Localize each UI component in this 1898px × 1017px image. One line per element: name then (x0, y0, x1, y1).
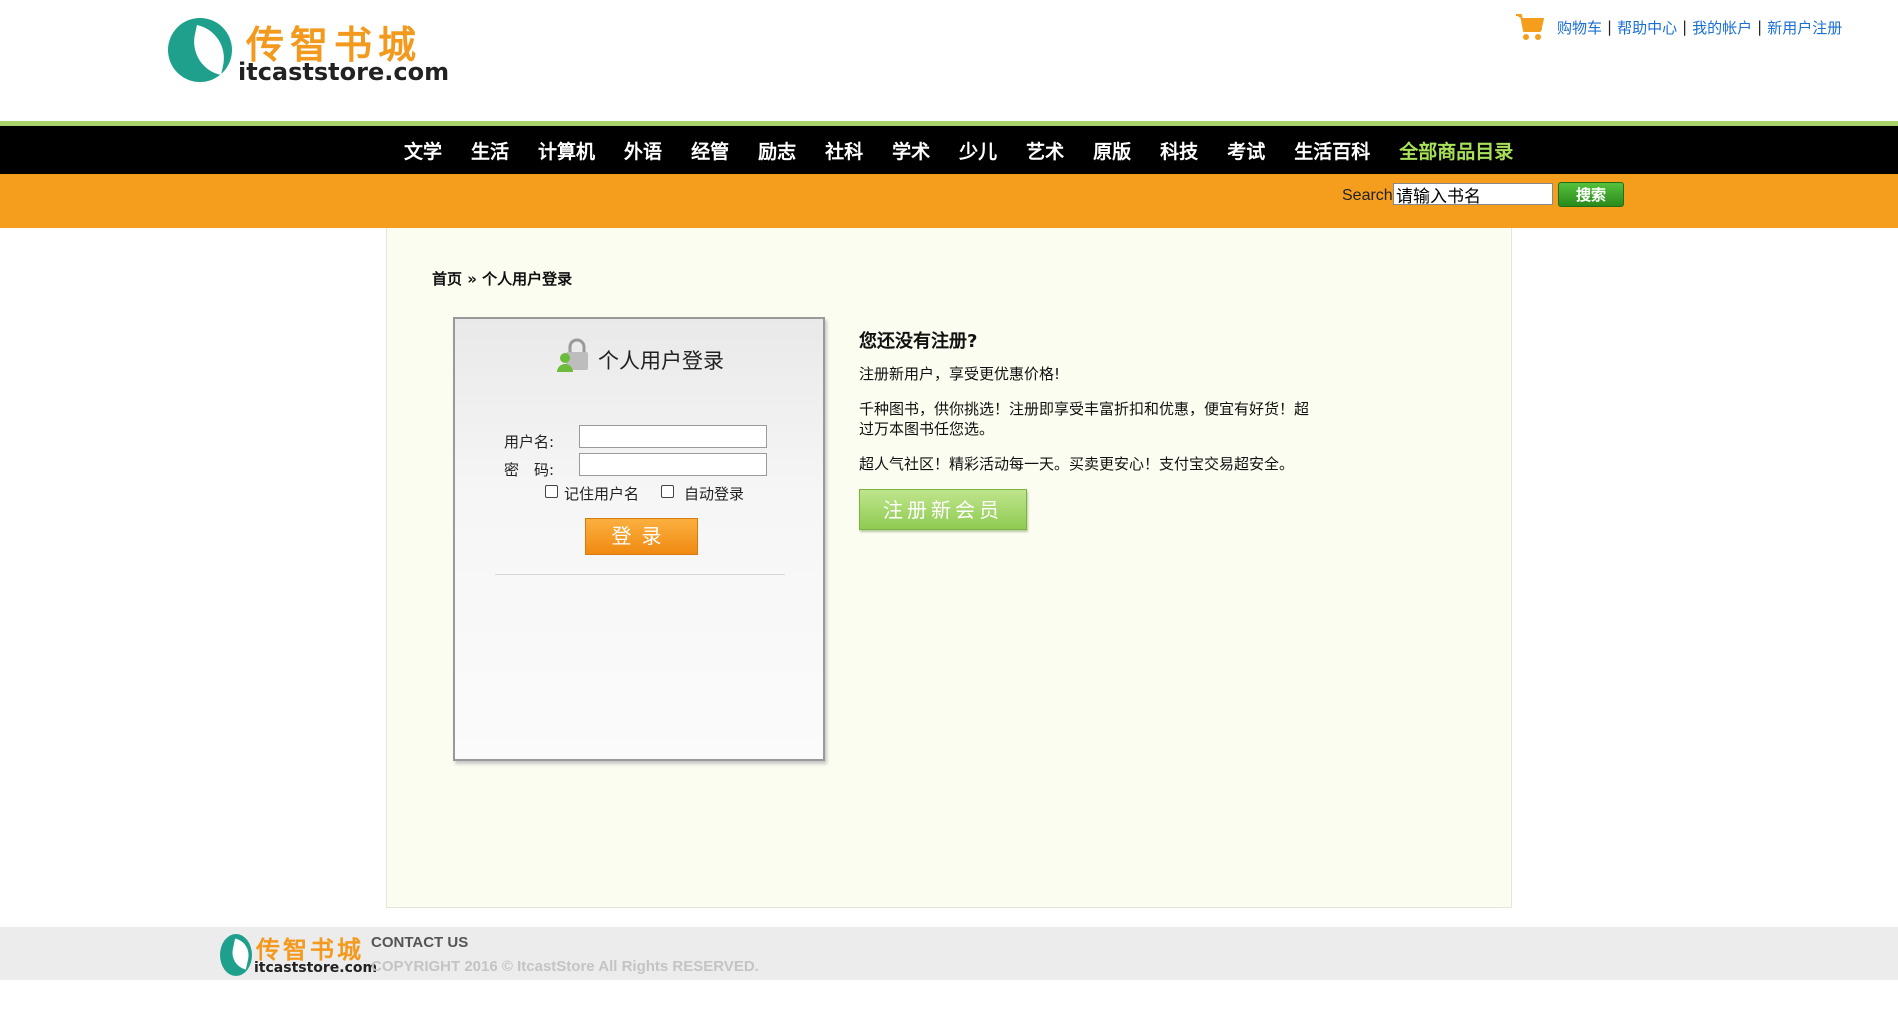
link-separator: | (1607, 18, 1613, 36)
username-label: 用户名: (504, 433, 555, 451)
remember-username-label: 记住用户名 (564, 485, 640, 503)
contact-us-link[interactable]: CONTACT US (371, 934, 468, 951)
nav-item-business[interactable]: 经管 (691, 137, 729, 164)
nav-item-computer[interactable]: 计算机 (538, 137, 595, 164)
password-label: 密 码: (504, 461, 555, 479)
nav-item-life[interactable]: 生活 (471, 137, 509, 164)
link-help-center[interactable]: 帮助中心 (1617, 17, 1677, 38)
nav-item-foreign-language[interactable]: 外语 (624, 137, 662, 164)
logo-mark-icon (168, 18, 232, 82)
auto-login-label: 自动登录 (684, 485, 745, 503)
nav-item-original[interactable]: 原版 (1093, 137, 1131, 164)
search-input[interactable] (1393, 183, 1553, 205)
logo-name-en: itcaststore.com (238, 58, 450, 86)
password-input[interactable] (579, 453, 767, 476)
register-button[interactable]: 注册新会员 (859, 489, 1027, 530)
username-input[interactable] (579, 425, 767, 448)
search-button[interactable]: 搜索 (1558, 182, 1624, 207)
login-title: 个人用户登录 (598, 349, 724, 373)
site-logo[interactable]: 传智书城 itcaststore.com (168, 14, 449, 86)
nav-item-all-products[interactable]: 全部商品目录 (1399, 137, 1513, 164)
nav-item-exam[interactable]: 考试 (1227, 137, 1265, 164)
link-separator: | (1682, 18, 1688, 36)
nav-item-technology[interactable]: 科技 (1160, 137, 1198, 164)
top-links: 购物车 | 帮助中心 | 我的帐户 | 新用户注册 (1515, 12, 1842, 42)
category-nav: 文学 生活 计算机 外语 经管 励志 社科 学术 少儿 艺术 原版 科技 考试 … (0, 126, 1898, 174)
link-my-account[interactable]: 我的帐户 (1692, 17, 1752, 38)
user-lock-icon (556, 338, 590, 374)
footer-logo-name-en: itcaststore.com (254, 960, 378, 976)
link-cart[interactable]: 购物车 (1557, 17, 1602, 38)
nav-item-art[interactable]: 艺术 (1026, 137, 1064, 164)
login-divider (495, 574, 785, 575)
shopping-cart-icon[interactable] (1515, 12, 1547, 42)
link-register[interactable]: 新用户注册 (1767, 17, 1842, 38)
nav-item-children[interactable]: 少儿 (959, 137, 997, 164)
nav-item-inspiration[interactable]: 励志 (758, 137, 796, 164)
logo-mark-icon (220, 934, 252, 976)
remember-username-checkbox[interactable] (545, 485, 558, 498)
register-text-3: 超人气社区！精彩活动每一天。买卖更安心！支付宝交易超安全。 (859, 455, 1295, 473)
link-separator: | (1757, 18, 1763, 36)
nav-item-academic[interactable]: 学术 (892, 137, 930, 164)
search-label: Search (1342, 187, 1393, 204)
register-heading: 您还没有注册? (859, 331, 978, 352)
nav-item-social-science[interactable]: 社科 (825, 137, 863, 164)
nav-item-encyclopedia[interactable]: 生活百科 (1294, 137, 1370, 164)
login-button[interactable]: 登录 (585, 518, 698, 555)
breadcrumb: 首页 » 个人用户登录 (432, 270, 573, 288)
footer-logo[interactable]: 传智书城 itcaststore.com (220, 930, 377, 978)
register-text-2: 千种图书，供你挑选！注册即享受丰富折扣和优惠，便宜有好货！超过万本图书任您选。 (859, 400, 1310, 438)
nav-item-literature[interactable]: 文学 (404, 137, 442, 164)
register-text-1: 注册新用户，享受更优惠价格! (859, 365, 1061, 383)
copyright-text: COPYRIGHT 2016 © ItcastStore All Rights … (371, 958, 759, 975)
auto-login-checkbox[interactable] (661, 485, 674, 498)
